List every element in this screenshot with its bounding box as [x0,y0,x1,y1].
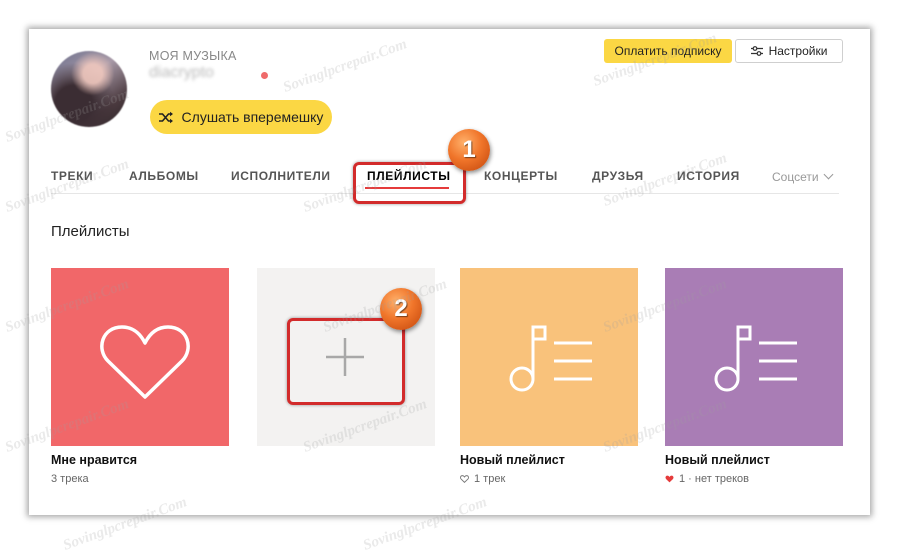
tab-concerts[interactable]: КОНЦЕРТЫ [484,169,558,183]
playlist-subtitle-liked: 3 трека [51,473,89,485]
playlist-title-liked[interactable]: Мне нравится [51,453,137,467]
settings-label: Настройки [768,44,828,58]
tab-history[interactable]: ИСТОРИЯ [677,169,740,183]
step-badge-1: 1 [448,129,490,171]
avatar[interactable] [51,51,127,127]
playlist-icon [714,325,797,392]
username[interactable]: diacrypto [149,64,214,82]
subscribe-button[interactable]: Оплатить подписку [604,39,732,63]
chevron-down-icon [823,169,834,180]
tab-tracks[interactable]: ТРЕКИ [51,169,93,183]
tab-friends[interactable]: ДРУЗЬЯ [592,169,644,183]
music-page: МОЯ МУЗЫКА diacrypto Слушать вперемешку … [29,29,870,515]
heart-outline-icon[interactable] [460,475,469,483]
playlist-subtitle-new-2: 1 · нет треков [665,473,749,485]
playlist-title-new-1[interactable]: Новый плейлист [460,453,565,467]
social-dropdown[interactable]: Соцсети [772,169,834,184]
playlist-cover-liked[interactable] [51,268,229,446]
track-count: 1 трек [474,473,506,485]
heart-filled-icon[interactable] [665,475,674,483]
playlist-cover-new-1[interactable] [460,268,638,446]
shuffle-play-button[interactable]: Слушать вперемешку [150,100,332,134]
social-label: Соцсети [772,170,819,184]
highlight-box-playlists-tab [353,162,466,204]
playlist-cover-new-2[interactable] [665,268,843,446]
section-title: Плейлисты [51,223,130,240]
heart-icon [100,325,190,399]
track-count: 3 трека [51,473,89,485]
playlist-icon [509,325,592,392]
page-section-label: МОЯ МУЗЫКА [149,49,237,63]
playlist-subtitle-new-1: 1 трек [460,473,505,485]
status-dot [261,72,268,79]
tab-albums[interactable]: АЛЬБОМЫ [129,169,199,183]
shuffle-icon [158,111,173,123]
step-badge-2: 2 [380,288,422,330]
settings-button[interactable]: Настройки [735,39,843,63]
tab-artists[interactable]: ИСПОЛНИТЕЛИ [231,169,331,183]
settings-sliders-icon [750,46,763,56]
highlight-box-new-playlist [287,318,405,405]
playlist-title-new-2[interactable]: Новый плейлист [665,453,770,467]
track-count: 1 · нет треков [679,473,749,485]
shuffle-label: Слушать вперемешку [181,109,324,125]
